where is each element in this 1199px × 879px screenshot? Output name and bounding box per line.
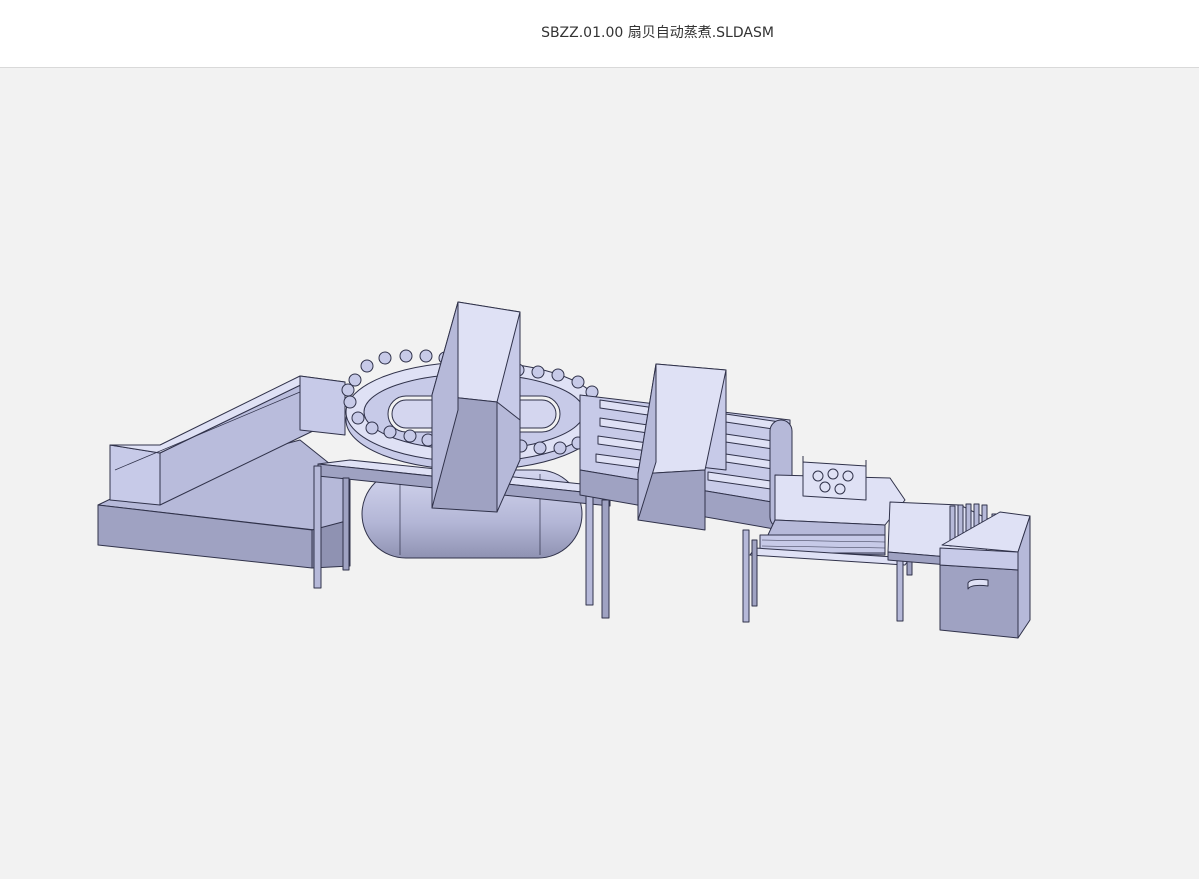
- carousel-hood: [431, 301, 521, 513]
- sample-cage: [802, 456, 867, 501]
- inclined-feed-conveyor: [97, 375, 351, 569]
- document-title: SBZZ.01.00 扇贝自动蒸煮.SLDASM: [541, 25, 774, 41]
- 3d-viewport[interactable]: [0, 68, 1199, 879]
- cad-model-render[interactable]: [0, 68, 1199, 879]
- title-bar: SBZZ.01.00 扇贝自动蒸煮.SLDASM: [0, 0, 1199, 68]
